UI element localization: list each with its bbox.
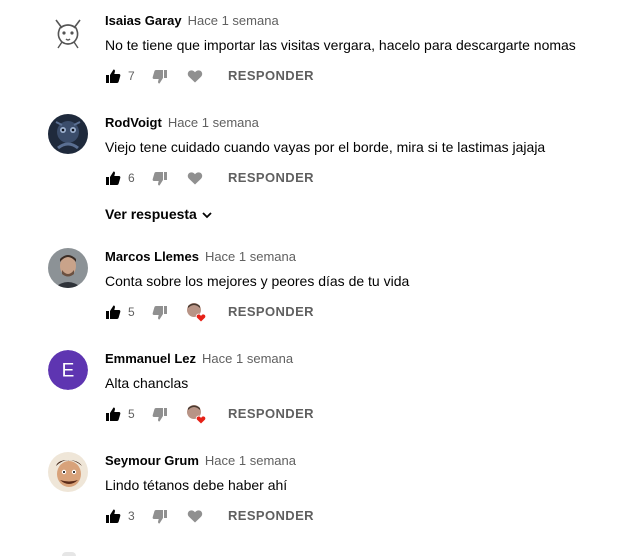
comment-text: Viejo tene cuidado cuando vayas por el b… <box>105 139 546 155</box>
thumbs-up-icon[interactable] <box>105 170 121 186</box>
avatar[interactable]: E <box>48 350 88 390</box>
like-count: 7 <box>128 69 135 83</box>
chevron-down-icon <box>202 212 212 219</box>
dark-creature-avatar-icon <box>48 114 88 154</box>
avatar[interactable] <box>48 452 88 492</box>
comment-header: RodVoigt Hace 1 semana <box>105 115 259 131</box>
comment-text: Lindo tétanos debe haber ahí <box>105 477 288 493</box>
next-comment-avatar <box>62 552 76 556</box>
view-replies-label: Ver respuesta <box>105 206 197 222</box>
letter-avatar-icon: E <box>48 350 88 390</box>
author-name[interactable]: Marcos Llemes <box>105 249 199 264</box>
like-count: 3 <box>128 509 135 523</box>
like-count: 5 <box>128 407 135 421</box>
thumbs-up-icon[interactable] <box>105 68 121 84</box>
heart-icon[interactable] <box>187 170 203 186</box>
comment-text: No te tiene que importar las visitas ver… <box>105 37 576 53</box>
thumbs-up-icon[interactable] <box>105 406 121 422</box>
cat-sketch-avatar-icon <box>48 12 88 52</box>
comment-actions: 3 RESPONDER <box>105 508 405 524</box>
avatar[interactable] <box>48 114 88 154</box>
thumbs-down-icon[interactable] <box>152 509 168 525</box>
comment-header: Marcos Llemes Hace 1 semana <box>105 249 296 265</box>
like-count: 5 <box>128 305 135 319</box>
comment-actions: 5 RESPONDER <box>105 301 405 323</box>
comment-actions: 7 RESPONDER <box>105 68 405 84</box>
comment-actions: 5 RESPONDER <box>105 403 405 425</box>
comment-header: Isaias Garay Hace 1 semana <box>105 13 279 29</box>
thumbs-up-icon[interactable] <box>105 508 121 524</box>
comment-text: Alta chanclas <box>105 375 189 391</box>
thumbs-down-icon[interactable] <box>152 171 168 187</box>
thumbs-down-icon[interactable] <box>152 69 168 85</box>
comment-header: Seymour Grum Hace 1 semana <box>105 453 296 469</box>
creator-heart-icon[interactable] <box>185 301 207 323</box>
man-photo-avatar-icon <box>48 248 88 288</box>
thumbs-down-icon[interactable] <box>152 305 168 321</box>
comment-actions: 6 RESPONDER <box>105 170 405 186</box>
reply-button[interactable]: RESPONDER <box>228 170 314 186</box>
thumbs-down-icon[interactable] <box>152 407 168 423</box>
comment-time[interactable]: Hace 1 semana <box>188 13 279 28</box>
avatar[interactable] <box>48 248 88 288</box>
author-name[interactable]: RodVoigt <box>105 115 162 130</box>
comment-header: Emmanuel Lez Hace 1 semana <box>105 351 293 367</box>
heart-icon[interactable] <box>187 508 203 524</box>
heart-icon[interactable] <box>187 68 203 84</box>
reply-button[interactable]: RESPONDER <box>228 68 314 84</box>
comment-time[interactable]: Hace 1 semana <box>168 115 259 130</box>
reply-button[interactable]: RESPONDER <box>228 406 314 422</box>
cartoon-face-avatar-icon <box>48 452 88 492</box>
avatar[interactable] <box>48 12 88 52</box>
author-name[interactable]: Emmanuel Lez <box>105 351 196 366</box>
view-replies-button[interactable]: Ver respuesta <box>105 206 213 222</box>
reply-button[interactable]: RESPONDER <box>228 304 314 320</box>
author-name[interactable]: Isaias Garay <box>105 13 182 28</box>
reply-button[interactable]: RESPONDER <box>228 508 314 524</box>
creator-heart-icon[interactable] <box>185 403 207 425</box>
comment-time[interactable]: Hace 1 semana <box>205 453 296 468</box>
thumbs-up-icon[interactable] <box>105 304 121 320</box>
comment-time[interactable]: Hace 1 semana <box>202 351 293 366</box>
comment-time[interactable]: Hace 1 semana <box>205 249 296 264</box>
svg-text:E: E <box>62 361 75 382</box>
comment-text: Conta sobre los mejores y peores días de… <box>105 273 410 289</box>
author-name[interactable]: Seymour Grum <box>105 453 199 468</box>
like-count: 6 <box>128 171 135 185</box>
